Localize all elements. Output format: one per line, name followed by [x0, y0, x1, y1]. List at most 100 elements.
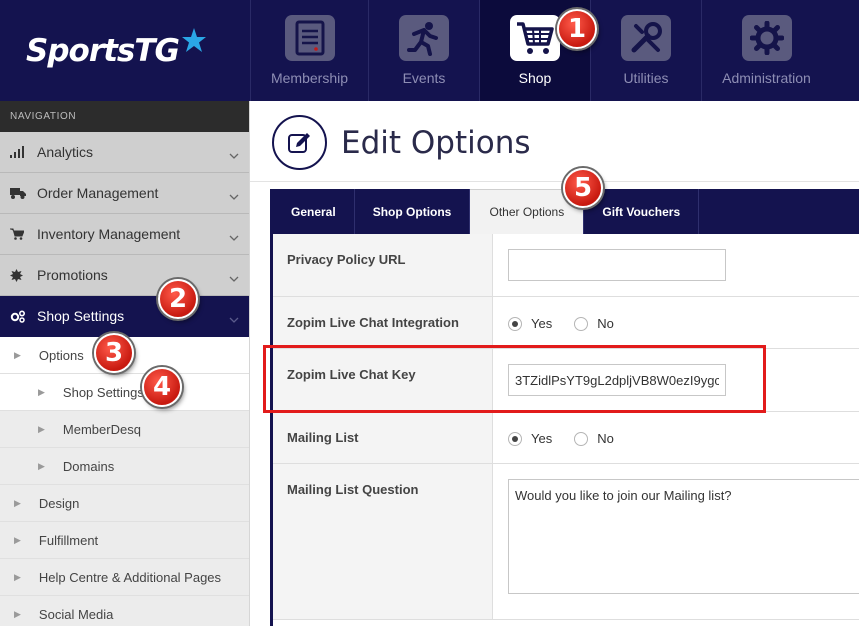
- top-nav: Membership Events Shop Utilities Adminis…: [250, 0, 831, 101]
- annotation-badge-3: 3: [94, 333, 134, 373]
- form-value: Yes No: [493, 412, 859, 463]
- caret-right-icon: ▶: [14, 571, 21, 582]
- topnav-label: Utilities: [623, 70, 669, 86]
- chevron-down-icon: [229, 187, 239, 203]
- form-row-privacy: Privacy Policy URL: [273, 234, 859, 297]
- sidebar-sub-label: Shop Settings: [62, 384, 144, 400]
- caret-right-icon: ▶: [14, 497, 21, 508]
- chevron-down-icon: [229, 310, 239, 326]
- form-row-zopim-integration: Zopim Live Chat Integration Yes No: [273, 297, 859, 349]
- sidebar-sub-label: Options: [38, 347, 84, 363]
- chevron-down-icon: [229, 146, 239, 162]
- mailing-list-yes-radio[interactable]: [508, 431, 522, 446]
- logo[interactable]: SportsTG: [0, 0, 250, 101]
- sidebar-item-label: Analytics: [37, 144, 94, 160]
- mailing-question-label: Mailing List Question: [273, 464, 493, 619]
- divider: [250, 181, 859, 182]
- star-icon: [181, 27, 207, 58]
- topnav-label: Membership: [270, 70, 349, 86]
- chevron-down-icon: [229, 228, 239, 244]
- caret-right-icon: ▶: [38, 460, 45, 471]
- zopim-integration-no-radio[interactable]: [574, 316, 589, 331]
- logo-text: SportsTG: [26, 32, 180, 69]
- form-row-mailing-list: Mailing List Yes No: [273, 412, 859, 464]
- page-title: Edit Options: [341, 124, 531, 161]
- mailing-list-label: Mailing List: [273, 412, 493, 463]
- tab-general[interactable]: General: [273, 189, 355, 234]
- topnav-utilities[interactable]: Utilities: [590, 0, 701, 101]
- sidebar-sub-label: Fulfillment: [38, 532, 99, 548]
- sidebar-sub-label: MemberDesq: [62, 421, 141, 437]
- topnav-label: Events: [402, 70, 446, 86]
- sidebar-sub-help-centre[interactable]: ▶ Help Centre & Additional Pages: [0, 559, 249, 596]
- wrench-screwdriver-icon: [621, 15, 671, 61]
- annotation-badge-1: 1: [557, 9, 597, 49]
- topnav-administration[interactable]: Administration: [701, 0, 831, 101]
- sidebar-sub-social-media[interactable]: ▶ Social Media: [0, 596, 249, 626]
- sidebar-item-analytics[interactable]: Analytics: [0, 132, 249, 173]
- radio-label: No: [597, 316, 614, 331]
- cogs-icon: [10, 309, 26, 323]
- sidebar-item-promotions[interactable]: Promotions: [0, 255, 249, 296]
- sidebar-item-label: Promotions: [37, 267, 108, 283]
- edit-pencil-icon: [272, 115, 327, 170]
- sidebar-sub-fulfillment[interactable]: ▶ Fulfillment: [0, 522, 249, 559]
- annotation-badge-2: 2: [158, 279, 198, 319]
- form-value: [493, 234, 859, 296]
- sidebar-item-label: Inventory Management: [37, 226, 181, 242]
- sidebar-item-label: Shop Settings: [37, 308, 125, 324]
- topnav-label: Shop: [518, 70, 552, 86]
- mailing-list-radio-group: Yes No: [508, 427, 859, 446]
- mailing-list-no-radio[interactable]: [574, 431, 589, 446]
- runner-icon: [399, 15, 449, 61]
- page-header: Edit Options: [272, 115, 531, 170]
- radio-label: Yes: [531, 431, 553, 446]
- radio-label: No: [597, 431, 614, 446]
- form-value: Yes No: [493, 297, 859, 348]
- shopping-cart-icon: [510, 15, 560, 61]
- mailing-question-textarea[interactable]: Would you like to join our Mailing list?: [508, 479, 859, 594]
- tab-shop-options[interactable]: Shop Options: [355, 189, 471, 234]
- sidebar-sub-label: Domains: [62, 458, 115, 474]
- sidebar-sub-label: Help Centre & Additional Pages: [38, 569, 222, 585]
- signal-bars-icon: [10, 146, 26, 158]
- caret-right-icon: ▶: [38, 423, 45, 434]
- gear-icon: [741, 15, 792, 61]
- sidebar-item-inventory-management[interactable]: Inventory Management: [0, 214, 249, 255]
- highlight-box-zopim-key: [263, 345, 766, 413]
- tab-gift-vouchers[interactable]: Gift Vouchers: [584, 189, 700, 234]
- zopim-integration-yes-radio[interactable]: [508, 316, 522, 331]
- top-bar: SportsTG Membership Events Shop Utilitie…: [0, 0, 859, 101]
- caret-right-icon: ▶: [14, 349, 21, 360]
- annotation-badge-4: 4: [142, 367, 182, 407]
- zopim-integration-radio-group: Yes No: [508, 312, 859, 331]
- radio-label: Yes: [531, 316, 553, 331]
- starburst-icon: [10, 268, 26, 282]
- sidebar-sub-label: Social Media: [38, 606, 114, 622]
- caret-right-icon: ▶: [38, 386, 45, 397]
- sidebar-sub-label: Design: [38, 495, 80, 511]
- topnav-membership[interactable]: Membership: [250, 0, 368, 101]
- topnav-events[interactable]: Events: [368, 0, 479, 101]
- sidebar-sub-shop-settings[interactable]: ▶ Shop Settings: [0, 374, 249, 411]
- membership-card-icon: [284, 15, 335, 61]
- topnav-label: Administration: [722, 70, 811, 86]
- truck-icon: [10, 187, 26, 199]
- sidebar-item-order-management[interactable]: Order Management: [0, 173, 249, 214]
- sidebar-sub-design[interactable]: ▶ Design: [0, 485, 249, 522]
- nav-header: NAVIGATION: [0, 101, 249, 132]
- sidebar-sub-memberdesq[interactable]: ▶ MemberDesq: [0, 411, 249, 448]
- caret-right-icon: ▶: [14, 608, 21, 619]
- zopim-integration-label: Zopim Live Chat Integration: [273, 297, 493, 348]
- annotation-badge-5: 5: [563, 168, 603, 208]
- sidebar-sub-domains[interactable]: ▶ Domains: [0, 448, 249, 485]
- form-row-mailing-question: Mailing List Question Would you like to …: [273, 464, 859, 620]
- caret-right-icon: ▶: [14, 534, 21, 545]
- chevron-down-icon: [229, 269, 239, 285]
- sidebar-item-shop-settings[interactable]: Shop Settings: [0, 296, 249, 337]
- app-frame: SportsTG Membership Events Shop Utilitie…: [0, 0, 859, 626]
- privacy-policy-label: Privacy Policy URL: [273, 234, 493, 296]
- form-value: Would you like to join our Mailing list?: [493, 464, 859, 619]
- privacy-policy-url-input[interactable]: [508, 249, 726, 281]
- cart-icon: [10, 228, 26, 240]
